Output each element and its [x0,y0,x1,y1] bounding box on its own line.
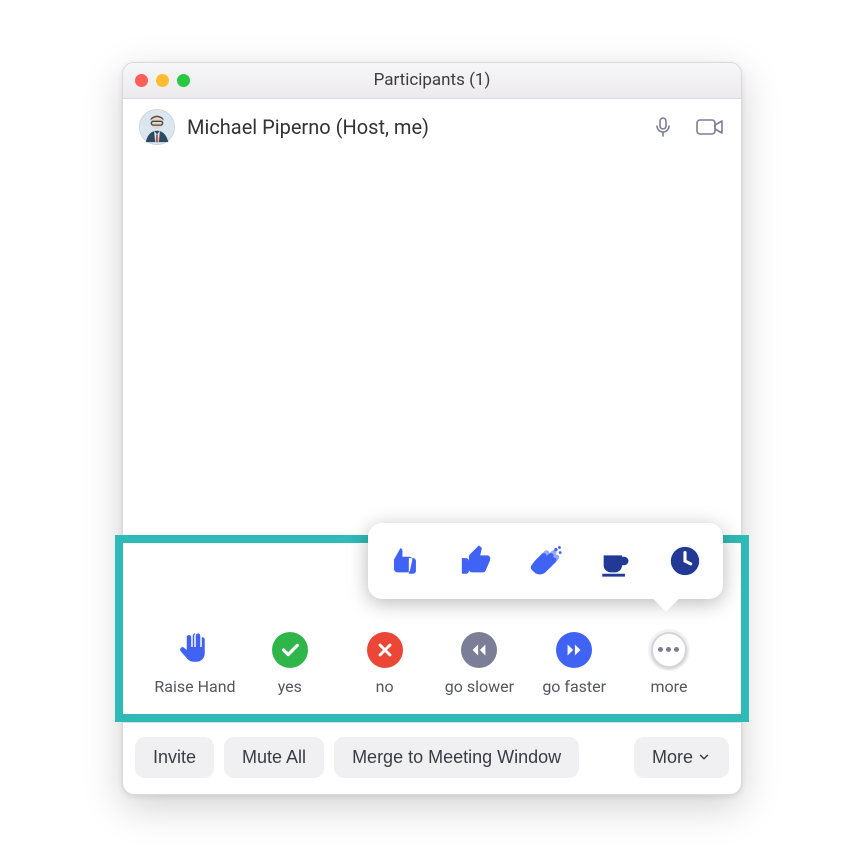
close-window-button[interactable] [135,74,148,87]
go-slower-button[interactable]: go slower [435,629,523,696]
participant-row[interactable]: Michael Piperno (Host, me) [123,99,741,155]
invite-label: Invite [153,747,196,768]
no-label: no [376,677,394,696]
go-faster-icon [553,629,595,671]
go-slower-label: go slower [445,677,514,696]
more-button[interactable]: More [634,737,729,778]
thumbs-up-reaction[interactable] [456,541,496,581]
maximize-window-button[interactable] [177,74,190,87]
raise-hand-button[interactable]: Raise Hand [151,629,239,696]
minimize-window-button[interactable] [156,74,169,87]
participants-window: Participants (1) Michael Piperno (Host, … [122,62,742,795]
video-icon[interactable] [695,116,725,138]
invite-button[interactable]: Invite [135,737,214,778]
mute-all-label: Mute All [242,747,306,768]
raise-hand-label: Raise Hand [154,677,235,696]
go-faster-button[interactable]: go faster [530,629,618,696]
no-button[interactable]: no [341,629,429,696]
go-slower-icon [458,629,500,671]
no-icon [364,629,406,671]
mic-icon[interactable] [651,115,675,139]
mute-all-button[interactable]: Mute All [224,737,324,778]
titlebar: Participants (1) [123,63,741,99]
window-title: Participants (1) [123,70,741,90]
merge-button[interactable]: Merge to Meeting Window [334,737,579,778]
yes-button[interactable]: yes [246,629,334,696]
window-controls [135,74,190,87]
more-icon [648,629,690,671]
yes-label: yes [278,677,302,696]
chevron-down-icon [697,750,711,764]
more-reactions-popup [368,523,723,599]
go-faster-label: go faster [542,677,606,696]
participants-list-area [123,155,741,535]
more-footer-label: More [652,747,693,768]
participant-name: Michael Piperno (Host, me) [187,115,631,139]
clap-reaction[interactable] [526,541,566,581]
reactions-row: Raise Hand yes no [131,629,733,696]
yes-icon [269,629,311,671]
avatar [139,109,175,145]
reactions-panel-highlight: Raise Hand yes no [115,535,749,722]
merge-label: Merge to Meeting Window [352,747,561,768]
more-reactions-button[interactable]: more [625,629,713,696]
raise-hand-icon [174,629,216,671]
footer-buttons: Invite Mute All Merge to Meeting Window … [123,722,741,794]
coffee-reaction[interactable] [595,541,635,581]
thumbs-down-reaction[interactable] [386,541,426,581]
more-label: more [651,677,688,696]
clock-reaction[interactable] [665,541,705,581]
